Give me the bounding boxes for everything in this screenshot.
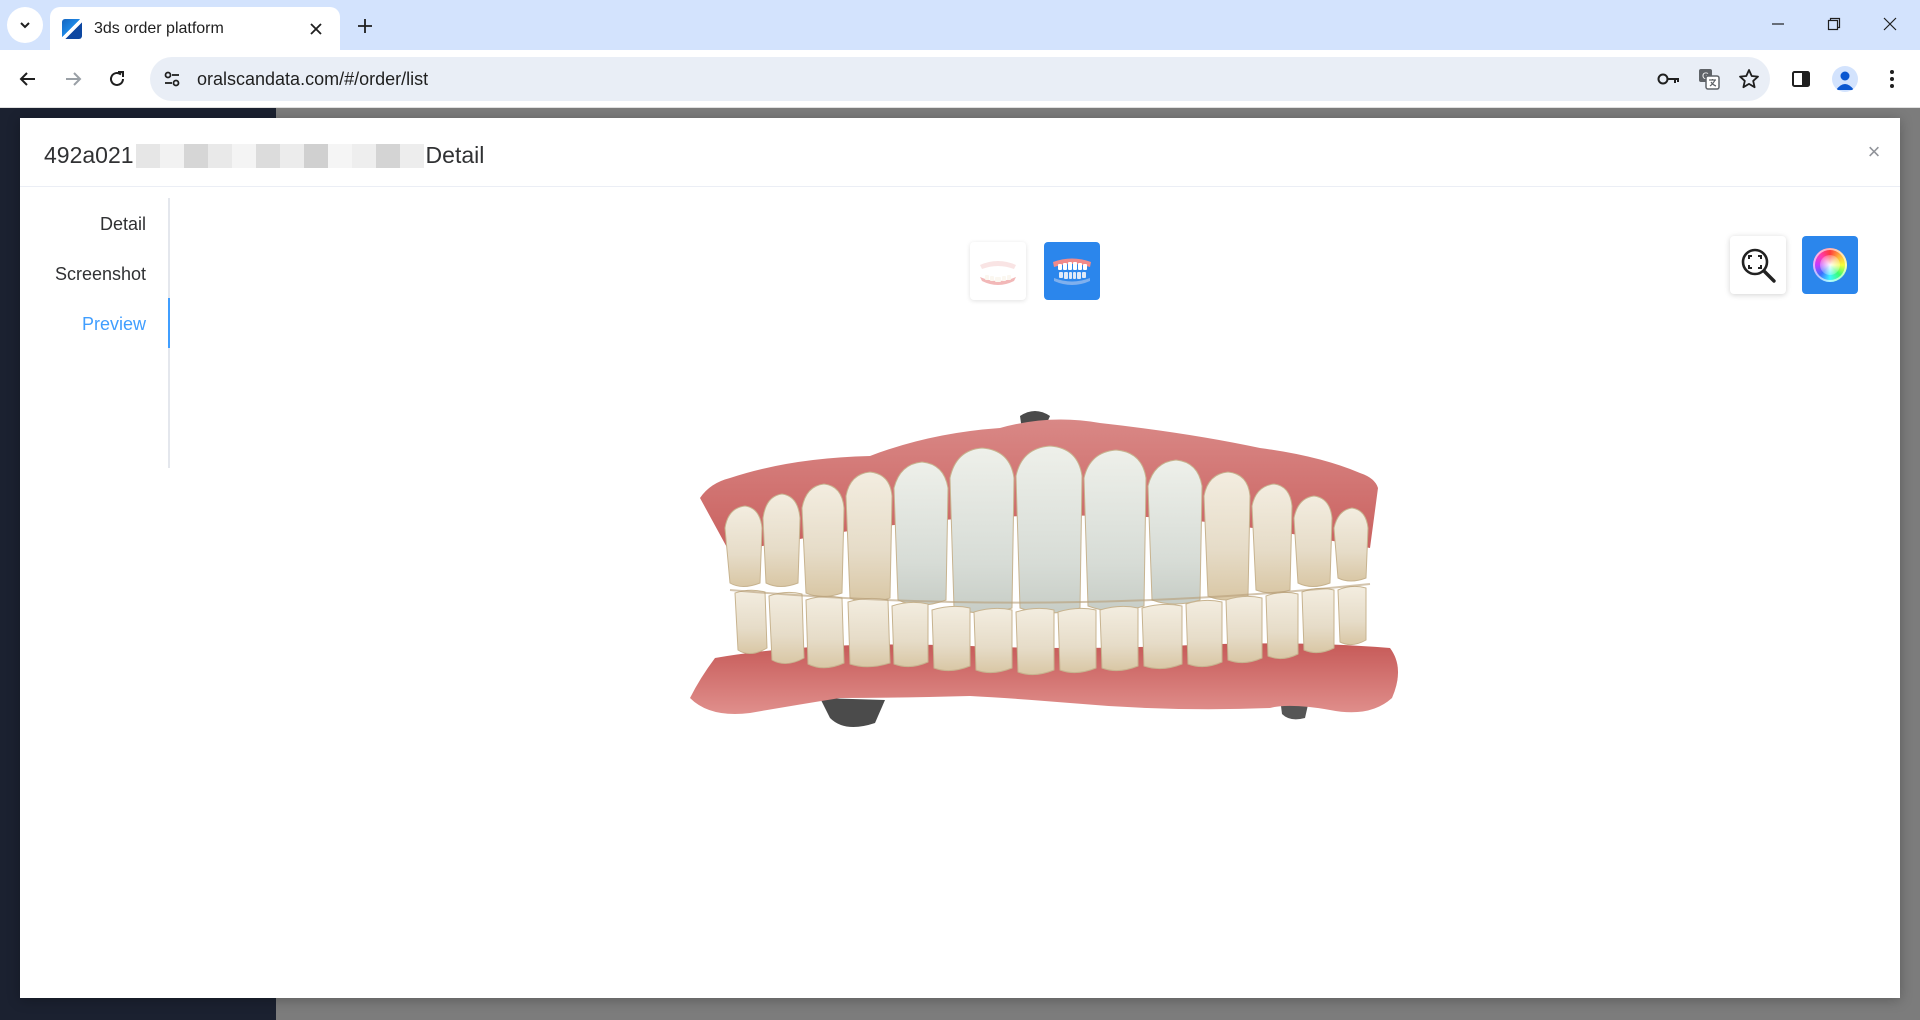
dialog-header: 492a021 Detail × (20, 118, 1900, 187)
tab-search-button[interactable] (7, 7, 43, 43)
person-icon (1836, 71, 1854, 90)
site-info-button[interactable] (155, 62, 189, 96)
avatar (1832, 66, 1858, 92)
translate-icon: G (1699, 69, 1720, 90)
tab-close-icon[interactable] (304, 17, 328, 41)
site-favicon-icon (62, 18, 82, 39)
plus-icon (358, 19, 372, 33)
color-wheel-icon (1813, 248, 1847, 282)
both-jaws-view-button[interactable] (1044, 242, 1100, 300)
dental-scan-3d-preview[interactable] (670, 378, 1450, 738)
side-panel-icon (1792, 71, 1810, 87)
redacted-order-id (135, 143, 424, 168)
forward-button[interactable] (56, 62, 90, 96)
minimize-icon (1772, 23, 1784, 25)
tab-title: 3ds order platform (94, 19, 224, 37)
window-restore-button[interactable] (1806, 0, 1862, 48)
dialog-title-suffix: Detail (425, 142, 485, 168)
dental-arch-icon (1053, 258, 1091, 285)
more-vertical-icon (1890, 70, 1894, 88)
browser-toolbar: oralscandata.com/#/order/list G (0, 50, 1920, 108)
order-id-prefix: 492a021 (44, 142, 134, 168)
color-mode-button[interactable] (1802, 236, 1858, 294)
translate-button[interactable]: G (1690, 60, 1728, 98)
back-button[interactable] (11, 62, 45, 96)
address-bar[interactable]: oralscandata.com/#/order/list G (150, 57, 1770, 101)
bookmark-button[interactable] (1730, 60, 1768, 98)
arrow-left-icon (19, 72, 35, 86)
close-icon (1883, 17, 1897, 31)
tune-icon (164, 71, 180, 87)
single-jaw-view-button[interactable] (970, 242, 1026, 300)
window-minimize-button[interactable] (1750, 0, 1806, 48)
order-detail-dialog: 492a021 Detail × Detail Screenshot Previ… (20, 118, 1900, 998)
url-text[interactable]: oralscandata.com/#/order/list (197, 69, 1650, 90)
lower-jaw-icon (980, 261, 1016, 285)
tab-screenshot[interactable]: Screenshot (55, 264, 146, 285)
browser-tab[interactable]: 3ds order platform (50, 7, 340, 50)
dialog-close-button[interactable]: × (1862, 139, 1886, 164)
restore-icon (1827, 17, 1841, 31)
star-icon (1739, 69, 1759, 89)
close-icon: × (1867, 139, 1881, 164)
reload-icon (110, 71, 124, 86)
profile-button[interactable] (1828, 62, 1862, 96)
dialog-title: 492a021 Detail (44, 142, 484, 169)
password-key-button[interactable] (1650, 60, 1688, 98)
active-tab-indicator (168, 298, 170, 348)
window-close-button[interactable] (1862, 0, 1918, 48)
new-tab-button[interactable] (348, 9, 382, 43)
side-panel-button[interactable] (1784, 62, 1818, 96)
zoom-fit-button[interactable] (1730, 236, 1786, 294)
tab-detail[interactable]: Detail (100, 214, 146, 235)
chevron-down-icon (20, 22, 30, 29)
reload-button[interactable] (100, 62, 134, 96)
browser-tab-strip: 3ds order platform (0, 0, 1920, 50)
arrow-right-icon (66, 72, 82, 86)
tab-preview[interactable]: Preview (82, 314, 146, 335)
zoom-fit-icon (1741, 248, 1776, 283)
detail-side-tabs: Detail Screenshot Preview (20, 198, 170, 468)
key-icon (1657, 73, 1679, 85)
browser-menu-button[interactable] (1875, 62, 1909, 96)
